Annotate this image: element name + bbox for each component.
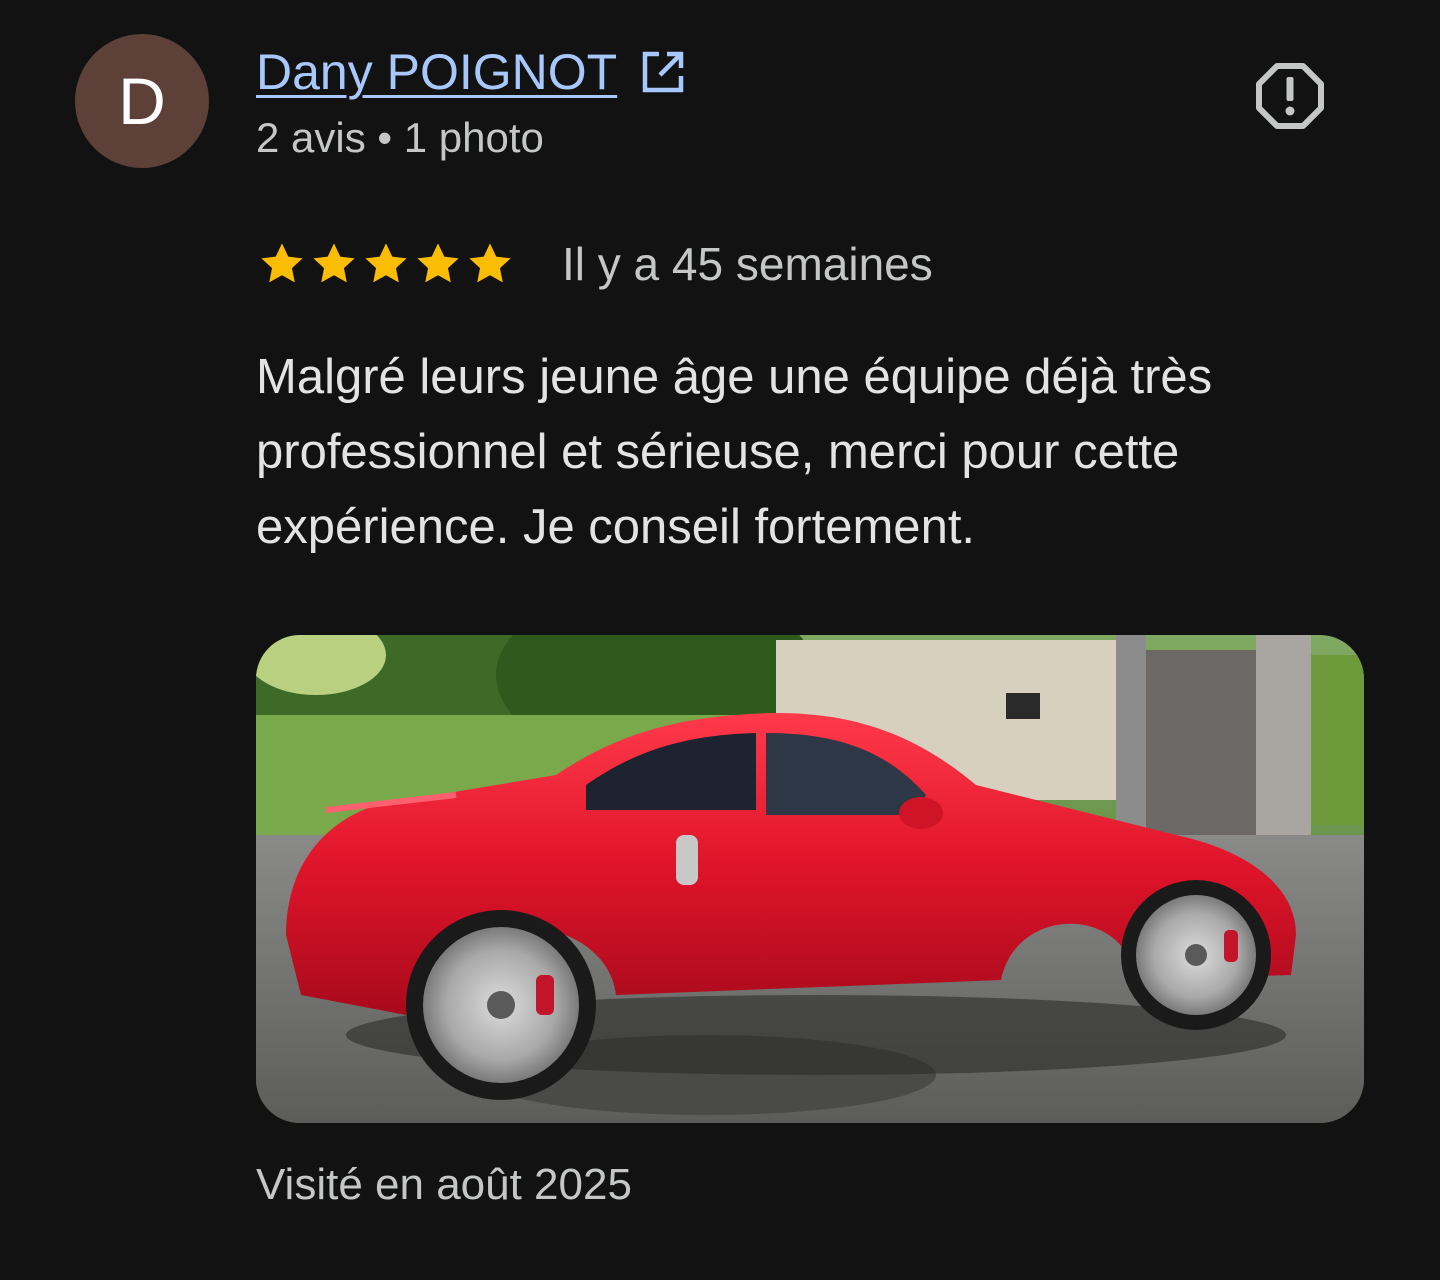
avatar[interactable]: D	[75, 34, 209, 168]
report-flag-icon[interactable]	[1254, 60, 1326, 132]
star-icon	[365, 243, 407, 283]
review-time: Il y a 45 semaines	[562, 238, 933, 290]
review-card: D Dany POIGNOT 2 avis • 1 photo Il y a 4…	[0, 0, 1440, 1280]
star-icon	[469, 243, 511, 283]
author-row: Dany POIGNOT	[256, 40, 687, 104]
star-icon	[417, 243, 459, 283]
star-rating	[256, 238, 516, 290]
author-meta: 2 avis • 1 photo	[256, 114, 544, 161]
star-icon	[313, 243, 355, 283]
review-text: Malgré leurs jeune âge une équipe déjà t…	[256, 350, 1213, 554]
visit-date: Visité en août 2025	[256, 1160, 632, 1209]
open-in-new-icon[interactable]	[639, 48, 687, 96]
rating-row: Il y a 45 semaines	[256, 232, 933, 296]
star-icon	[261, 243, 303, 283]
author-name-link[interactable]: Dany POIGNOT	[256, 43, 617, 101]
review-photo[interactable]	[256, 635, 1364, 1123]
